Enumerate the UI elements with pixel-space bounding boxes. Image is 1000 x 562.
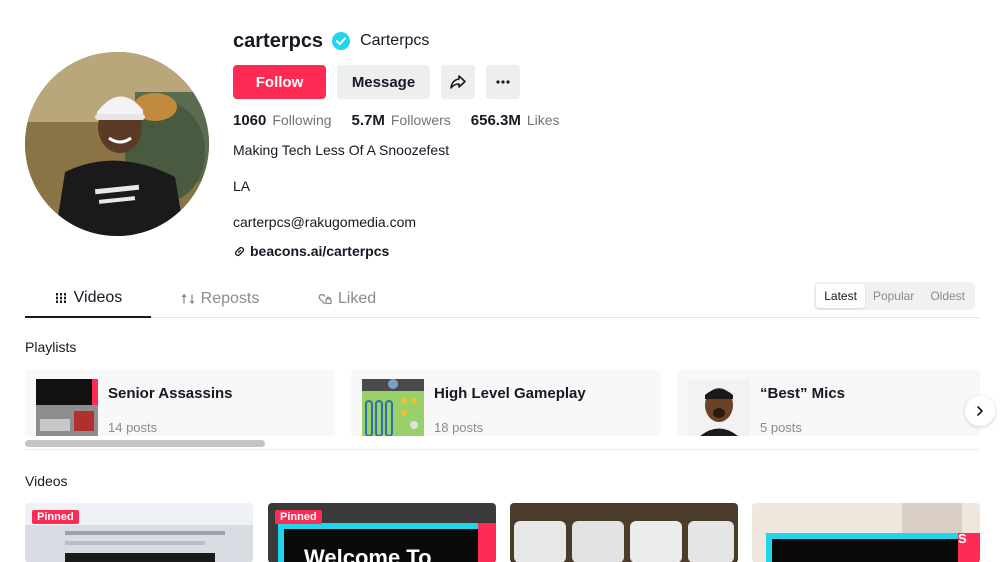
scrollbar-thumb[interactable] (25, 440, 265, 447)
likes-stat: 656.3M Likes (471, 112, 560, 129)
video-overlay-text: S (958, 531, 967, 546)
playlist-count: 14 posts (108, 420, 158, 435)
playlist-name: Senior Assassins (108, 385, 233, 402)
sort-latest[interactable]: Latest (816, 284, 865, 308)
playlist-name: “Best” Mics (760, 385, 846, 402)
tab-reposts[interactable]: Reposts (155, 280, 285, 318)
video-overlay-text: Welcome To (304, 545, 432, 562)
playlist-card[interactable]: Senior Assassins 14 posts (25, 370, 335, 436)
video-card[interactable]: Pinned (25, 503, 253, 562)
playlists-scrollbar[interactable] (25, 440, 980, 447)
sort-oldest[interactable]: Oldest (922, 284, 973, 308)
sort-popular[interactable]: Popular (865, 284, 922, 308)
share-button[interactable] (441, 65, 475, 99)
playlist-count: 18 posts (434, 420, 484, 435)
nickname: Carterpcs (360, 32, 430, 49)
message-button[interactable]: Message (337, 65, 430, 99)
carousel-divider (25, 449, 980, 450)
video-thumbnail (510, 503, 738, 562)
sort-toggle: Latest Popular Oldest (814, 282, 975, 310)
verified-badge-icon (332, 32, 351, 50)
video-thumbnail (752, 503, 980, 562)
profile-header: carterpcs Carterpcs Follow Message 1060 … (233, 28, 833, 259)
action-buttons: Follow Message (233, 65, 833, 99)
followers-count: 5.7M (351, 112, 385, 129)
tab-videos-label: Videos (73, 289, 123, 306)
playlist-thumbnail (688, 379, 750, 436)
playlists-carousel: Senior Assassins 14 posts High Level Gam… (25, 370, 980, 436)
more-horizontal-icon (496, 80, 510, 84)
video-card[interactable] (510, 503, 738, 562)
playlist-count: 5 posts (760, 420, 802, 435)
pinned-badge: Pinned (32, 510, 79, 524)
followers-stat[interactable]: 5.7M Followers (352, 112, 451, 129)
likes-count: 656.3M (470, 112, 521, 129)
video-card[interactable]: Pinned Welcome To (268, 503, 496, 562)
tab-liked[interactable]: Liked (287, 280, 407, 318)
heart-lock-icon (318, 293, 332, 305)
video-grid: Pinned Pinned Welcome To S (25, 503, 980, 562)
more-options-button[interactable] (486, 65, 520, 99)
avatar-image (25, 52, 209, 236)
bio-line: LA (233, 178, 251, 194)
playlist-card[interactable]: High Level Gameplay 18 posts (351, 370, 661, 436)
repost-icon (181, 293, 194, 305)
following-count: 1060 (233, 112, 267, 129)
playlists-heading: Playlists (25, 339, 77, 355)
followers-label: Followers (390, 112, 451, 128)
playlist-thumbnail (362, 379, 424, 436)
share-icon (450, 75, 466, 89)
follow-button[interactable]: Follow (233, 65, 326, 99)
profile-link-text: beacons.ai/carterpcs (250, 243, 390, 259)
following-label: Following (272, 112, 332, 128)
link-icon (234, 246, 245, 256)
tab-reposts-label: Reposts (200, 290, 260, 307)
likes-label: Likes (526, 112, 560, 128)
carousel-next-button[interactable] (965, 396, 995, 426)
video-card[interactable]: S (752, 503, 980, 562)
bio-line: Making Tech Less Of A Snoozefest (233, 142, 450, 158)
profile-avatar[interactable] (25, 52, 209, 236)
bio-email: carterpcs@rakugomedia.com (233, 214, 417, 230)
pinned-badge: Pinned (275, 510, 322, 524)
name-row: carterpcs Carterpcs (233, 28, 833, 54)
profile-stats: 1060 Following 5.7M Followers 656.3M Lik… (233, 112, 833, 129)
videos-grid-icon (54, 293, 67, 303)
playlist-card[interactable]: “Best” Mics 5 posts (677, 370, 980, 436)
profile-bio: Making Tech Less Of A Snoozefest LA cart… (233, 141, 833, 231)
chevron-right-icon (977, 406, 983, 416)
tab-videos[interactable]: Videos (25, 280, 151, 318)
playlist-thumbnail (36, 379, 98, 436)
profile-link[interactable]: beacons.ai/carterpcs (233, 243, 833, 259)
playlist-name: High Level Gameplay (434, 385, 586, 402)
videos-heading: Videos (25, 473, 68, 489)
following-stat[interactable]: 1060 Following (233, 112, 332, 129)
username: carterpcs (233, 29, 324, 52)
tab-liked-label: Liked (337, 290, 377, 307)
